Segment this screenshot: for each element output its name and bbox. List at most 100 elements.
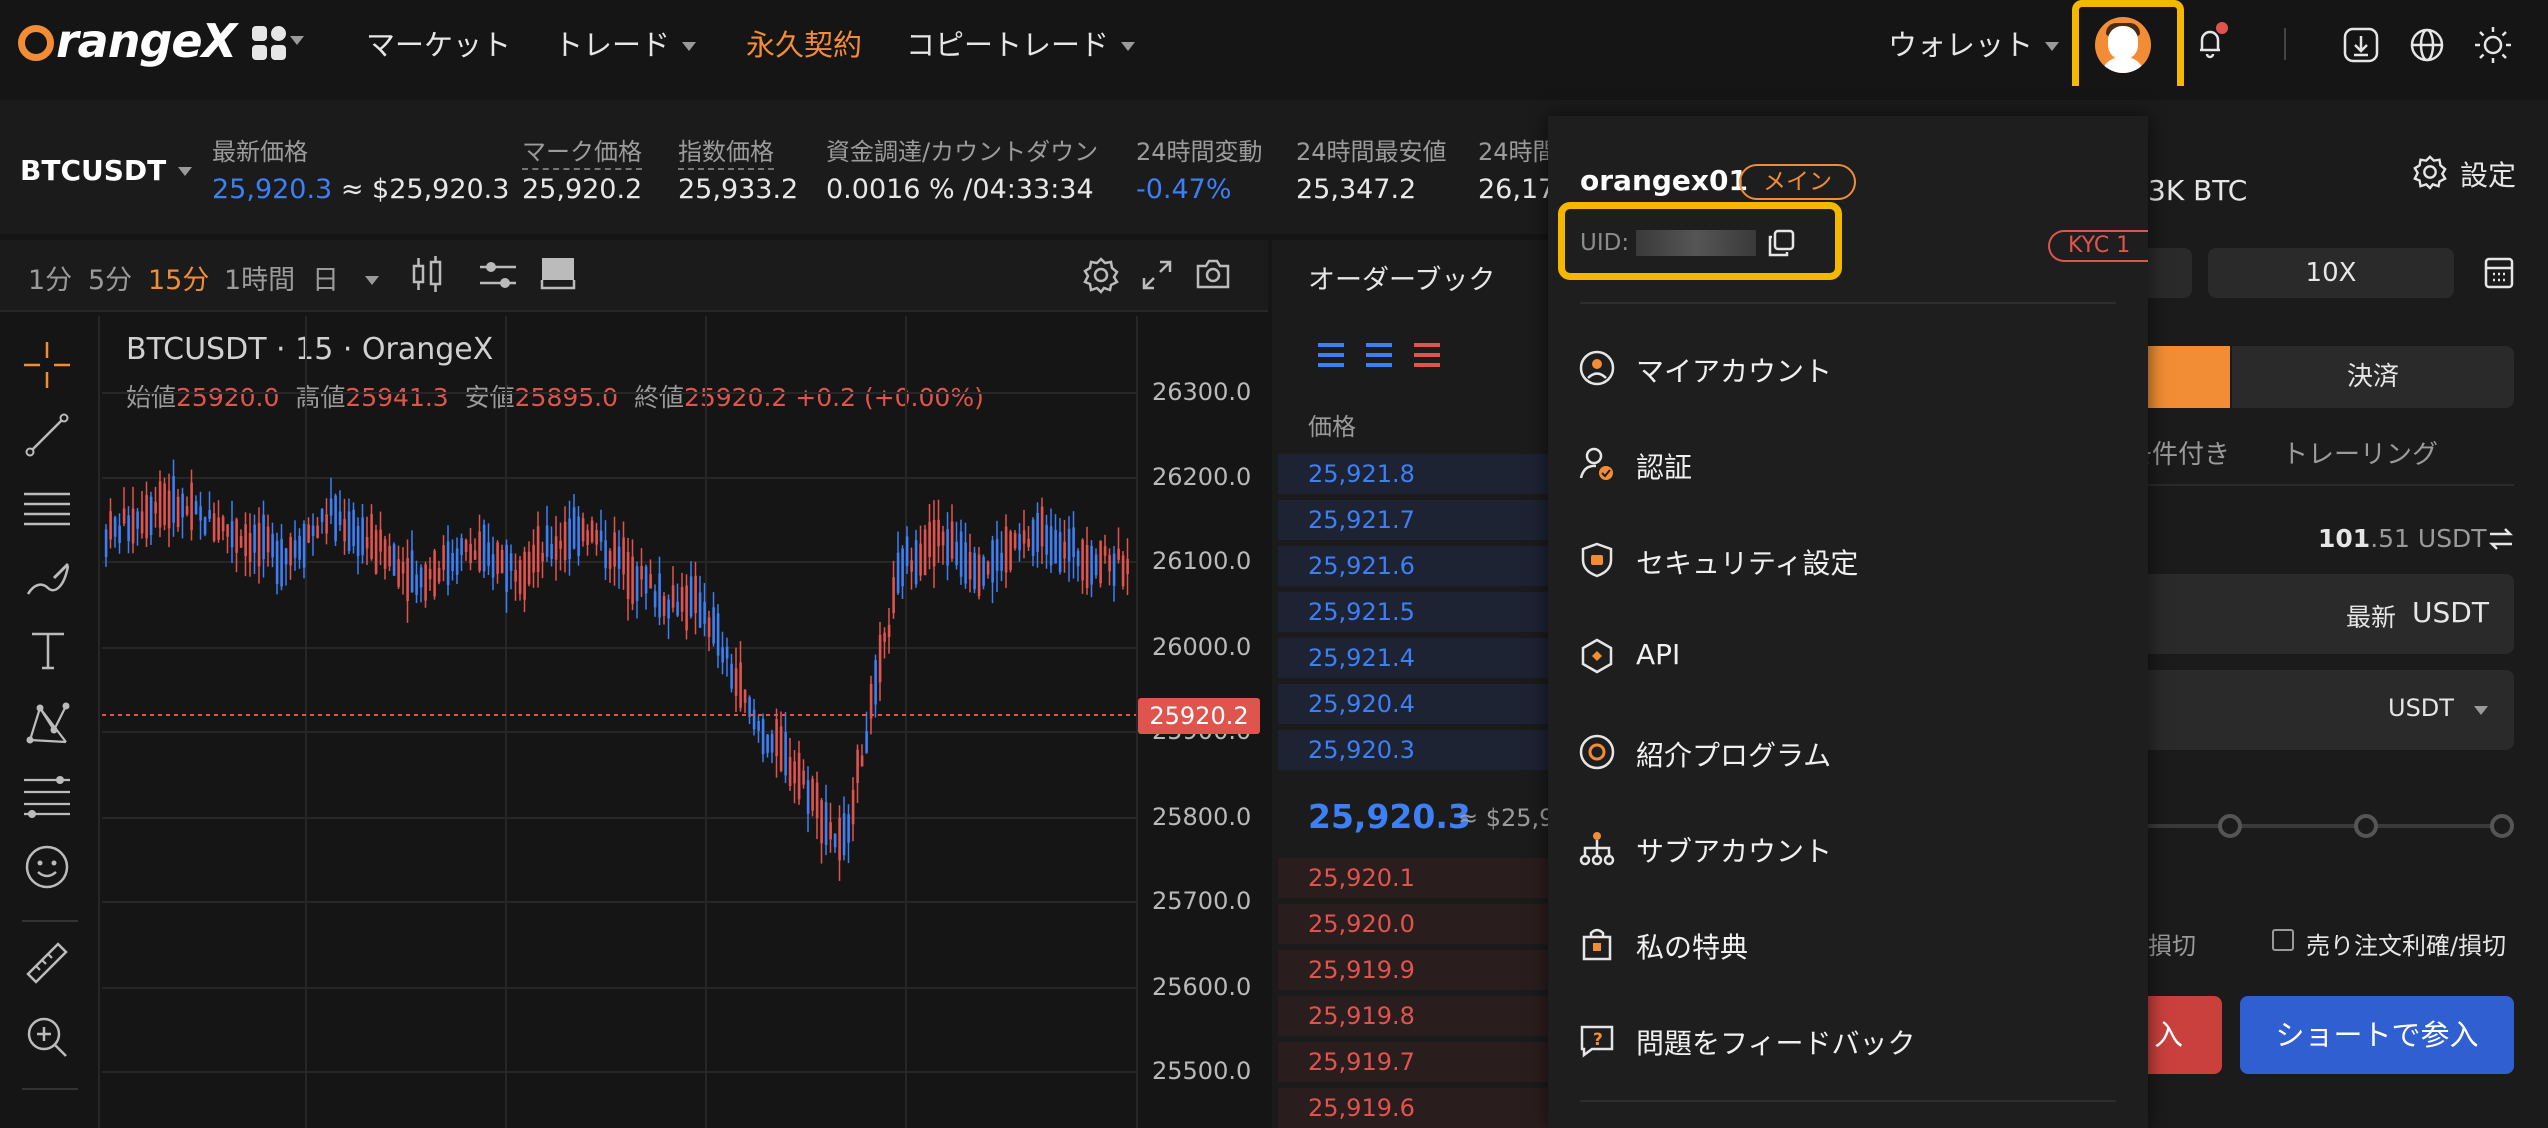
menu-item-feedback[interactable]: ? 問題をフィードバック — [1578, 1004, 2118, 1074]
fibonacci-tool-icon[interactable] — [22, 774, 72, 818]
menu-item-sub-account[interactable]: サブアカウント — [1578, 812, 2118, 882]
notification-bell-icon[interactable] — [2190, 22, 2230, 62]
pattern-tool-icon[interactable] — [24, 700, 72, 748]
close-tab[interactable]: 決済 — [2232, 346, 2514, 408]
nav-trade[interactable]: トレード — [554, 22, 697, 64]
orderbook-ask-row[interactable]: 25,919.7 — [1278, 1042, 1548, 1082]
short-entry-button[interactable]: ショートで参入 — [2240, 996, 2514, 1074]
nav-markets[interactable]: マーケット — [366, 22, 511, 64]
order-type-trailing[interactable]: トレーリング — [2282, 434, 2438, 471]
orderbook-ask-row[interactable]: 25,920.1 — [1278, 858, 1548, 898]
crosshair-icon[interactable] — [22, 340, 72, 390]
zoom-in-icon[interactable] — [24, 1014, 70, 1060]
orderbook-bid-row[interactable]: 25,921.7 — [1278, 500, 1548, 540]
timeframe-15m[interactable]: 15分 — [148, 258, 209, 297]
text-tool-icon[interactable] — [28, 630, 68, 672]
orderbook-view-asks-icon[interactable] — [1412, 340, 1442, 370]
candle-body — [158, 481, 162, 528]
y-tick: 25500.0 — [1152, 1057, 1252, 1085]
candle-body — [316, 525, 319, 538]
menu-item-referral[interactable]: 紹介プログラム — [1578, 716, 2118, 786]
candle-body — [352, 509, 355, 547]
long-entry-button[interactable]: 入 — [2148, 996, 2222, 1074]
slider-stop-100[interactable] — [2490, 814, 2514, 838]
open-tab-active[interactable] — [2148, 346, 2230, 408]
leverage-slider-track[interactable] — [2148, 824, 2512, 828]
settings-label[interactable]: 設定 — [2460, 154, 2516, 194]
orderbook-bid-row[interactable]: 25,920.3 — [1278, 730, 1548, 770]
orderbook-ask-row[interactable]: 25,919.9 — [1278, 950, 1548, 990]
candle-body — [536, 526, 540, 573]
slider-stop-75[interactable] — [2354, 814, 2378, 838]
nav-copy-trade[interactable]: コピートレード — [906, 22, 1136, 64]
chart-settings-gear-icon[interactable] — [1082, 256, 1120, 294]
y-tick: 26200.0 — [1152, 463, 1252, 491]
copy-icon[interactable] — [1766, 228, 1796, 258]
orderbook-view-both-icon[interactable] — [1364, 340, 1394, 370]
candle-body — [640, 565, 643, 580]
orderbook-view-bids-icon[interactable] — [1316, 340, 1346, 370]
menu-item-security[interactable]: セキュリティ設定 — [1578, 524, 2118, 594]
index-price-value: 25,933.2 — [678, 174, 799, 205]
ruler-measure-icon[interactable] — [24, 940, 70, 986]
apps-chevron-down-icon[interactable] — [290, 36, 304, 45]
candle-body — [482, 524, 486, 572]
candlestick-chart-area[interactable] — [102, 316, 1136, 1128]
margin-mode-selector[interactable] — [2148, 248, 2192, 298]
chart-template-icon[interactable] — [540, 256, 576, 292]
candle-body — [442, 545, 445, 570]
orangex-logo[interactable]: rangeX — [18, 14, 237, 68]
orderbook-bid-row[interactable]: 25,921.8 — [1278, 454, 1548, 494]
orderbook-bid-row[interactable]: 25,921.5 — [1278, 592, 1548, 632]
sun-theme-icon[interactable] — [2472, 24, 2514, 66]
order-type-conditional[interactable]: 条件付き — [2136, 434, 2230, 471]
timeframe-1h[interactable]: 1時間 — [224, 258, 295, 297]
horizontal-lines-icon[interactable] — [22, 488, 72, 528]
settings-gear-icon[interactable] — [2412, 154, 2448, 190]
candle-body — [896, 552, 900, 593]
apps-grid-icon[interactable] — [252, 26, 288, 62]
orderbook-ask-row[interactable]: 25,919.6 — [1278, 1088, 1548, 1128]
candlestick-type-icon[interactable] — [410, 254, 444, 294]
orderbook-bid-row[interactable]: 25,920.4 — [1278, 684, 1548, 724]
sell-tp-sl-checkbox[interactable] — [2272, 929, 2294, 951]
candle-body — [838, 817, 841, 861]
leverage-selector[interactable]: 10X — [2208, 248, 2454, 298]
candle-body — [370, 513, 373, 559]
globe-language-icon[interactable] — [2408, 26, 2446, 64]
menu-item-my-benefits[interactable]: 私の特典 — [1578, 908, 2118, 978]
symbol-selector[interactable]: BTCUSDT — [20, 154, 193, 187]
avatar[interactable] — [2095, 17, 2151, 73]
high-24h-value: 26,17 — [1478, 174, 1556, 205]
emoji-sticker-icon[interactable] — [24, 844, 70, 890]
calculator-icon[interactable] — [2482, 256, 2516, 290]
candle-body — [262, 514, 265, 560]
orderbook-bid-row[interactable]: 25,921.6 — [1278, 546, 1548, 586]
slider-stop-50[interactable] — [2218, 814, 2242, 838]
nav-wallet[interactable]: ウォレット — [1888, 22, 2060, 64]
brush-icon[interactable] — [24, 558, 72, 602]
timeframe-1d[interactable]: 日 — [312, 258, 379, 297]
download-icon[interactable] — [2342, 26, 2380, 64]
price-input[interactable]: 最新 USDT — [2148, 574, 2514, 654]
menu-item-my-account[interactable]: マイアカウント — [1578, 332, 2118, 402]
timeframe-1m[interactable]: 1分 — [28, 258, 72, 297]
index-price-label[interactable]: 指数価格 — [678, 132, 774, 170]
menu-item-api[interactable]: API — [1578, 620, 2118, 690]
trend-line-icon[interactable] — [24, 412, 70, 458]
screenshot-camera-icon[interactable] — [1194, 256, 1232, 292]
candle-body — [383, 539, 387, 569]
orderbook-ask-row[interactable]: 25,920.0 — [1278, 904, 1548, 944]
candle-body — [361, 517, 364, 556]
timeframe-5m[interactable]: 5分 — [88, 258, 132, 297]
transfer-arrows-icon[interactable] — [2488, 526, 2514, 552]
nav-perpetual[interactable]: 永久契約 — [746, 22, 862, 64]
orderbook-bid-row[interactable]: 25,921.4 — [1278, 638, 1548, 678]
orderbook-ask-row[interactable]: 25,919.8 — [1278, 996, 1548, 1036]
menu-item-verification[interactable]: 認証 — [1578, 428, 2118, 498]
mark-price-label[interactable]: マーク価格 — [522, 132, 642, 170]
candle-body — [469, 543, 472, 564]
indicators-sliders-icon[interactable] — [478, 258, 518, 292]
fullscreen-expand-icon[interactable] — [1140, 258, 1174, 292]
amount-input[interactable]: USDT — [2148, 670, 2514, 750]
